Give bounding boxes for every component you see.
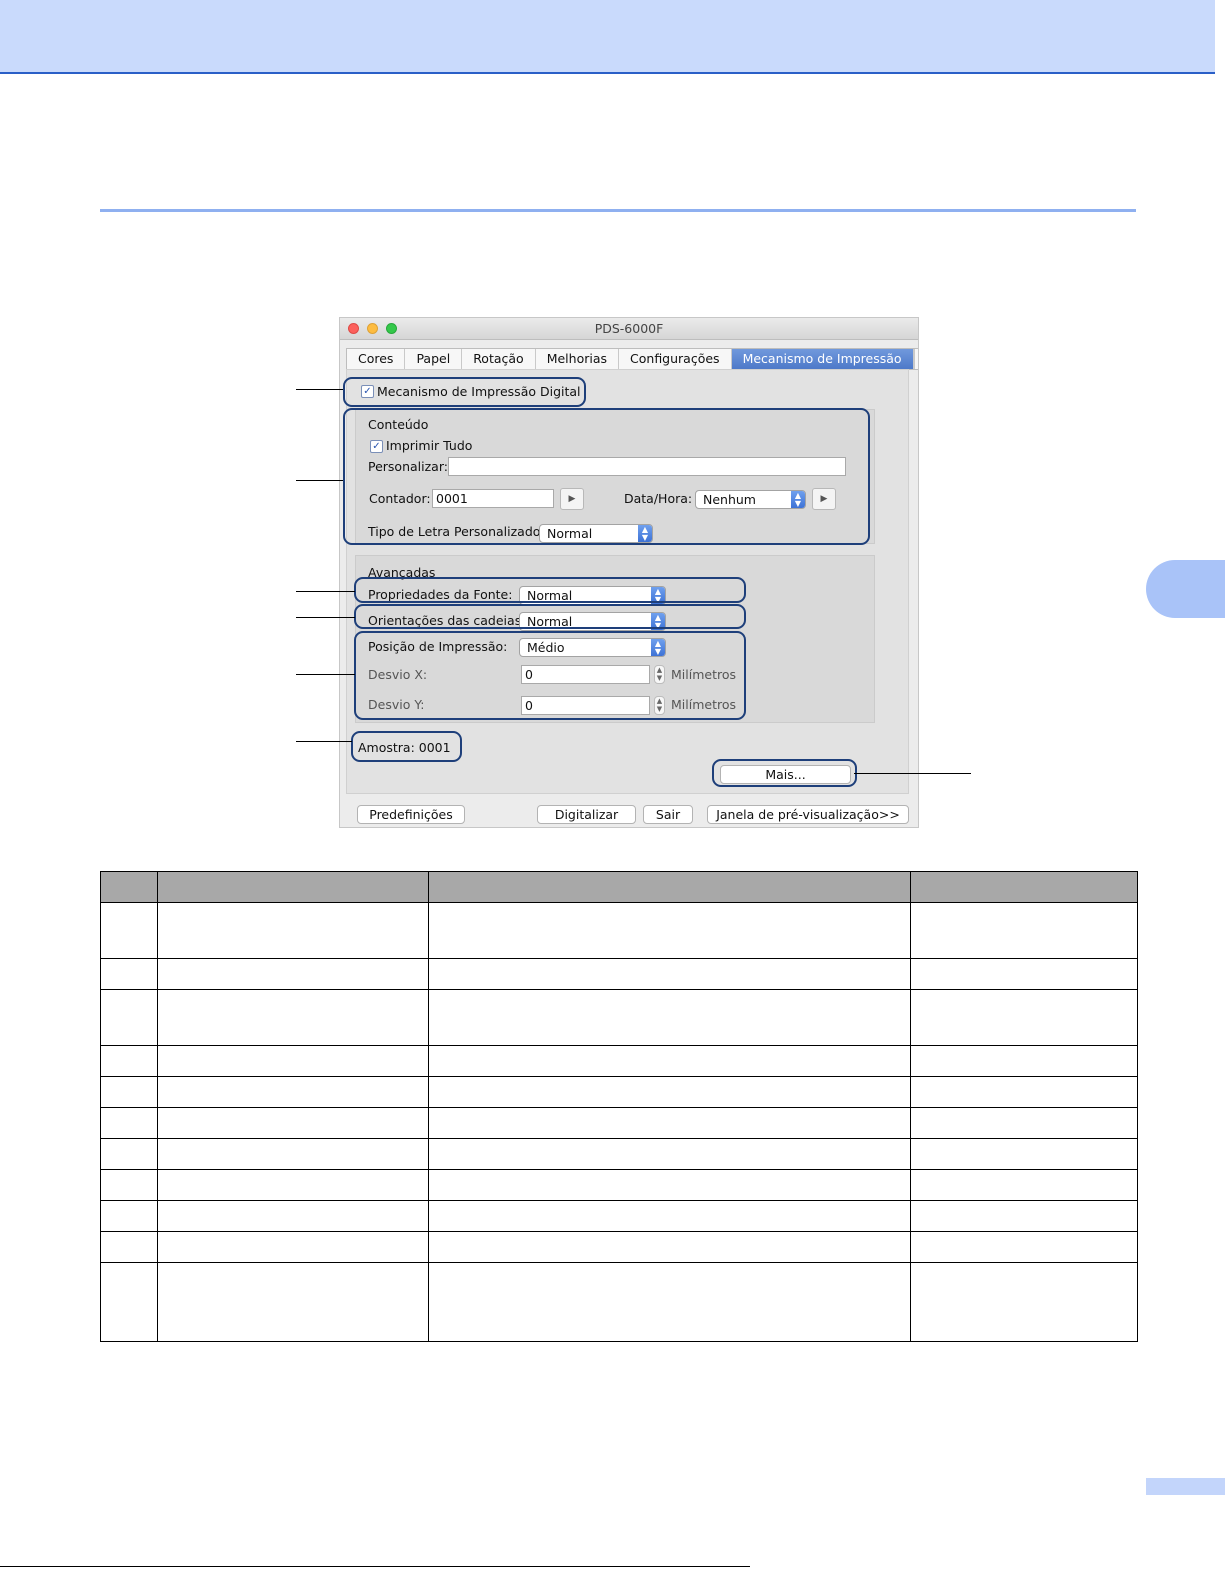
window-title: PDS-6000F xyxy=(594,321,664,336)
scan-button[interactable]: Digitalizar xyxy=(537,805,636,824)
footer-rule xyxy=(0,1566,750,1567)
tab-bar: Cores Papel Rotação Melhorias Configuraç… xyxy=(346,348,918,370)
table-cell xyxy=(157,1045,429,1077)
table-cell xyxy=(428,1138,911,1170)
table-cell xyxy=(910,1107,1138,1139)
table-cell xyxy=(157,1200,429,1232)
table-row xyxy=(100,989,1138,1046)
table-row xyxy=(100,958,1138,990)
table-cell xyxy=(910,1262,1138,1342)
tab-content-panel: ✓ Mecanismo de Impressão Digital Conteúd… xyxy=(343,369,909,794)
chapter-tab xyxy=(1146,560,1225,618)
table-cell xyxy=(910,902,1138,959)
tab-mecanismo-de-impressao[interactable]: Mecanismo de Impressão xyxy=(731,349,914,369)
table-header-cell xyxy=(428,871,911,903)
table-cell xyxy=(157,989,429,1046)
table-cell xyxy=(100,902,158,959)
table-cell xyxy=(100,1138,158,1170)
table-cell xyxy=(157,958,429,990)
table-row xyxy=(100,1200,1138,1232)
table-cell xyxy=(910,1076,1138,1108)
table-cell xyxy=(100,1231,158,1263)
table-cell xyxy=(157,1262,429,1342)
table-cell xyxy=(428,1045,911,1077)
table-cell xyxy=(100,1262,158,1342)
table-row xyxy=(100,1262,1138,1342)
callout-orientation xyxy=(354,604,746,629)
callout-sample xyxy=(351,731,462,762)
table-cell xyxy=(157,902,429,959)
table-cell xyxy=(100,1169,158,1201)
table-cell xyxy=(910,1169,1138,1201)
table-cell xyxy=(910,1138,1138,1170)
tab-configuracoes[interactable]: Configurações xyxy=(619,349,732,369)
table-cell xyxy=(428,989,911,1046)
title-bar: PDS-6000F xyxy=(340,318,918,340)
table-cell xyxy=(910,989,1138,1046)
tab-cores[interactable]: Cores xyxy=(347,349,406,369)
callout-leader-font-properties xyxy=(296,591,355,592)
table-row xyxy=(100,902,1138,959)
table-cell xyxy=(428,902,911,959)
table-cell xyxy=(100,1107,158,1139)
table-row xyxy=(100,1138,1138,1170)
callout-leader-orientation xyxy=(296,617,355,618)
callout-enable xyxy=(343,377,586,407)
table-cell xyxy=(100,958,158,990)
callout-content xyxy=(343,408,870,545)
table-cell xyxy=(910,1231,1138,1263)
table-row xyxy=(100,1076,1138,1108)
header-rule xyxy=(100,209,1136,212)
table-row xyxy=(100,1045,1138,1077)
table-cell xyxy=(910,1045,1138,1077)
preview-window-button[interactable]: Janela de pré-visualização>> xyxy=(707,805,909,824)
callout-more xyxy=(712,759,857,787)
table-cell xyxy=(428,1200,911,1232)
table-cell xyxy=(100,1200,158,1232)
table-cell xyxy=(428,1262,911,1342)
tab-rotacao[interactable]: Rotação xyxy=(462,349,536,369)
table-cell xyxy=(910,958,1138,990)
tab-papel[interactable]: Papel xyxy=(405,349,463,369)
table-cell xyxy=(157,1107,429,1139)
table-header-cell xyxy=(910,871,1138,903)
table-cell xyxy=(428,1076,911,1108)
callout-leader-more xyxy=(854,773,971,774)
callout-leader-sample xyxy=(296,741,352,742)
table-header-cell xyxy=(157,871,429,903)
table-cell xyxy=(157,1076,429,1108)
page-number-tab xyxy=(1146,1478,1225,1495)
table-cell xyxy=(100,989,158,1046)
table-row xyxy=(100,1169,1138,1201)
table-cell xyxy=(100,1045,158,1077)
table-header-row xyxy=(100,871,1138,903)
table-header-cell xyxy=(100,871,158,903)
table-cell xyxy=(428,1107,911,1139)
description-table xyxy=(100,871,1138,1342)
callout-leader-content xyxy=(296,480,343,481)
table-cell xyxy=(157,1231,429,1263)
tab-melhorias[interactable]: Melhorias xyxy=(536,349,620,369)
callout-position xyxy=(354,631,746,720)
table-cell xyxy=(157,1138,429,1170)
scanner-settings-window: PDS-6000F Cores Papel Rotação Melhorias … xyxy=(339,317,919,828)
page-header-band xyxy=(0,0,1215,74)
table-cell xyxy=(428,1169,911,1201)
callout-leader-enable xyxy=(296,389,343,390)
table-cell xyxy=(428,1231,911,1263)
table-row xyxy=(100,1231,1138,1263)
presets-button[interactable]: Predefinições xyxy=(357,805,465,824)
quit-button[interactable]: Sair xyxy=(643,805,693,824)
table-cell xyxy=(910,1200,1138,1232)
table-cell xyxy=(428,958,911,990)
table-cell xyxy=(157,1169,429,1201)
callout-leader-position xyxy=(296,674,355,675)
table-cell xyxy=(100,1076,158,1108)
table-row xyxy=(100,1107,1138,1139)
callout-font-properties xyxy=(354,577,746,603)
tab-prev-icon[interactable]: ◀ xyxy=(913,349,918,369)
